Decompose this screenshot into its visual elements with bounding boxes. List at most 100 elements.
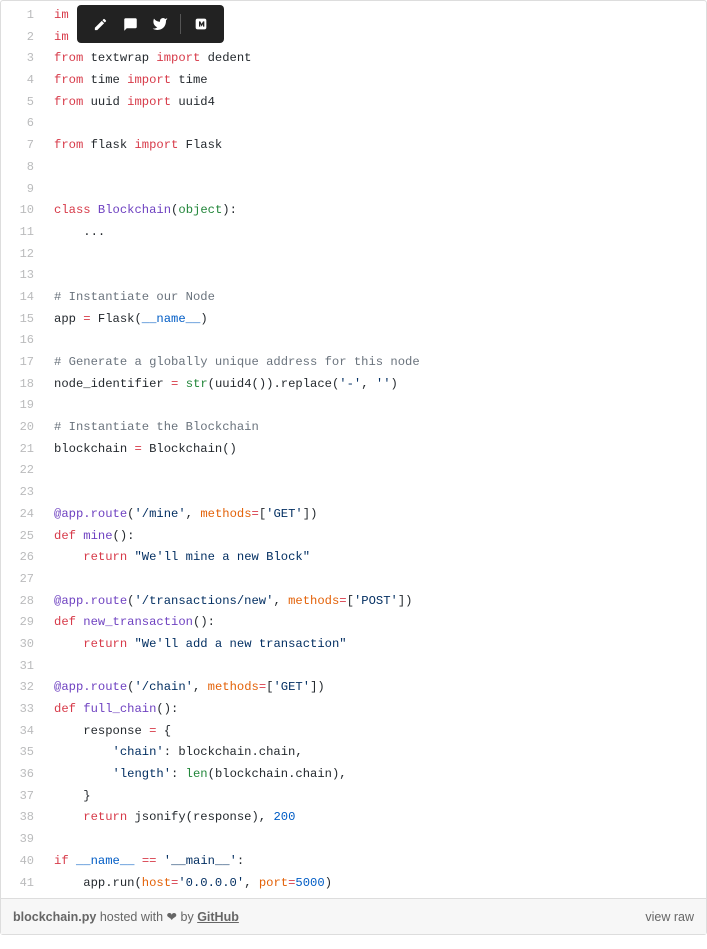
source-line: return jsonify(response), 200 — [46, 807, 295, 827]
source-line: return "We'll mine a new Block" — [46, 547, 310, 567]
line-number[interactable]: 9 — [1, 179, 46, 199]
line-number[interactable]: 26 — [1, 547, 46, 567]
line-number[interactable]: 11 — [1, 222, 46, 242]
line-number[interactable]: 32 — [1, 677, 46, 697]
code-line: 26 return "We'll mine a new Block" — [1, 547, 706, 569]
footer-right: view raw — [645, 910, 694, 924]
source-line: ... — [46, 222, 105, 242]
code-line: 32@app.route('/chain', methods=['GET']) — [1, 677, 706, 699]
line-number[interactable]: 40 — [1, 851, 46, 871]
source-line: blockchain = Blockchain() — [46, 439, 237, 459]
line-number[interactable]: 5 — [1, 92, 46, 112]
line-number[interactable]: 2 — [1, 27, 46, 47]
line-number[interactable]: 8 — [1, 157, 46, 177]
source-line: from textwrap import dedent — [46, 48, 252, 68]
code-line: 31 — [1, 656, 706, 678]
source-line: from flask import Flask — [46, 135, 222, 155]
twitter-icon[interactable] — [145, 11, 175, 37]
line-number[interactable]: 13 — [1, 265, 46, 285]
source-line: 'chain': blockchain.chain, — [46, 742, 303, 762]
line-number[interactable]: 35 — [1, 742, 46, 762]
line-number[interactable]: 41 — [1, 873, 46, 893]
code-line: 15app = Flask(__name__) — [1, 309, 706, 331]
github-link[interactable]: GitHub — [197, 910, 239, 924]
view-raw-link[interactable]: view raw — [645, 910, 694, 924]
line-number[interactable]: 21 — [1, 439, 46, 459]
line-number[interactable]: 27 — [1, 569, 46, 589]
source-line: 'length': len(blockchain.chain), — [46, 764, 347, 784]
filename-link[interactable]: blockchain.py — [13, 910, 96, 924]
line-number[interactable]: 28 — [1, 591, 46, 611]
source-line: # Instantiate the Blockchain — [46, 417, 259, 437]
code-line: 29def new_transaction(): — [1, 612, 706, 634]
code-line: 7from flask import Flask — [1, 135, 706, 157]
code-line: 41 app.run(host='0.0.0.0', port=5000) — [1, 873, 706, 895]
line-number[interactable]: 29 — [1, 612, 46, 632]
source-line: def new_transaction(): — [46, 612, 215, 632]
code-line: 19 — [1, 395, 706, 417]
line-number[interactable]: 33 — [1, 699, 46, 719]
line-number[interactable]: 15 — [1, 309, 46, 329]
line-number[interactable]: 30 — [1, 634, 46, 654]
line-number[interactable]: 3 — [1, 48, 46, 68]
line-number[interactable]: 14 — [1, 287, 46, 307]
code-line: 4from time import time — [1, 70, 706, 92]
line-number[interactable]: 20 — [1, 417, 46, 437]
by-text: by — [177, 910, 197, 924]
line-number[interactable]: 25 — [1, 526, 46, 546]
code-line: 20# Instantiate the Blockchain — [1, 417, 706, 439]
code-line: 8 — [1, 157, 706, 179]
source-line: @app.route('/mine', methods=['GET']) — [46, 504, 317, 524]
source-line: im — [46, 5, 69, 25]
line-number[interactable]: 31 — [1, 656, 46, 676]
line-number[interactable]: 12 — [1, 244, 46, 264]
line-number[interactable]: 24 — [1, 504, 46, 524]
line-number[interactable]: 19 — [1, 395, 46, 415]
code-line: 14# Instantiate our Node — [1, 287, 706, 309]
line-number[interactable]: 18 — [1, 374, 46, 394]
code-line: 35 'chain': blockchain.chain, — [1, 742, 706, 764]
source-line: def full_chain(): — [46, 699, 178, 719]
code-line: 34 response = { — [1, 721, 706, 743]
source-line: response = { — [46, 721, 171, 741]
source-line: node_identifier = str(uuid4()).replace('… — [46, 374, 398, 394]
line-number[interactable]: 10 — [1, 200, 46, 220]
code-line: 27 — [1, 569, 706, 591]
code-line: 38 return jsonify(response), 200 — [1, 807, 706, 829]
line-number[interactable]: 38 — [1, 807, 46, 827]
line-number[interactable]: 16 — [1, 330, 46, 350]
heart-icon: ❤ — [167, 910, 177, 924]
source-line: im — [46, 27, 69, 47]
code-line: 11 ... — [1, 222, 706, 244]
source-line: class Blockchain(object): — [46, 200, 237, 220]
source-line: # Generate a globally unique address for… — [46, 352, 420, 372]
code-line: 40if __name__ == '__main__': — [1, 851, 706, 873]
line-number[interactable]: 36 — [1, 764, 46, 784]
source-line: } — [46, 786, 91, 806]
code-line: 3from textwrap import dedent — [1, 48, 706, 70]
line-number[interactable]: 23 — [1, 482, 46, 502]
medium-icon[interactable] — [186, 11, 216, 37]
line-number[interactable]: 4 — [1, 70, 46, 90]
toolbar-separator — [180, 14, 181, 34]
line-number[interactable]: 7 — [1, 135, 46, 155]
source-line: app = Flask(__name__) — [46, 309, 208, 329]
code-line: 36 'length': len(blockchain.chain), — [1, 764, 706, 786]
source-line: @app.route('/transactions/new', methods=… — [46, 591, 412, 611]
source-line: app.run(host='0.0.0.0', port=5000) — [46, 873, 332, 893]
comment-icon[interactable] — [115, 11, 145, 37]
code-line: 24@app.route('/mine', methods=['GET']) — [1, 504, 706, 526]
hosted-text: hosted with — [96, 910, 166, 924]
line-number[interactable]: 17 — [1, 352, 46, 372]
line-number[interactable]: 39 — [1, 829, 46, 849]
line-number[interactable]: 1 — [1, 5, 46, 25]
source-line: return "We'll add a new transaction" — [46, 634, 347, 654]
line-number[interactable]: 6 — [1, 113, 46, 133]
line-number[interactable]: 22 — [1, 460, 46, 480]
line-number[interactable]: 37 — [1, 786, 46, 806]
source-line: def mine(): — [46, 526, 135, 546]
source-line: from time import time — [46, 70, 208, 90]
pencil-icon[interactable] — [85, 11, 115, 37]
line-number[interactable]: 34 — [1, 721, 46, 741]
code-line: 13 — [1, 265, 706, 287]
